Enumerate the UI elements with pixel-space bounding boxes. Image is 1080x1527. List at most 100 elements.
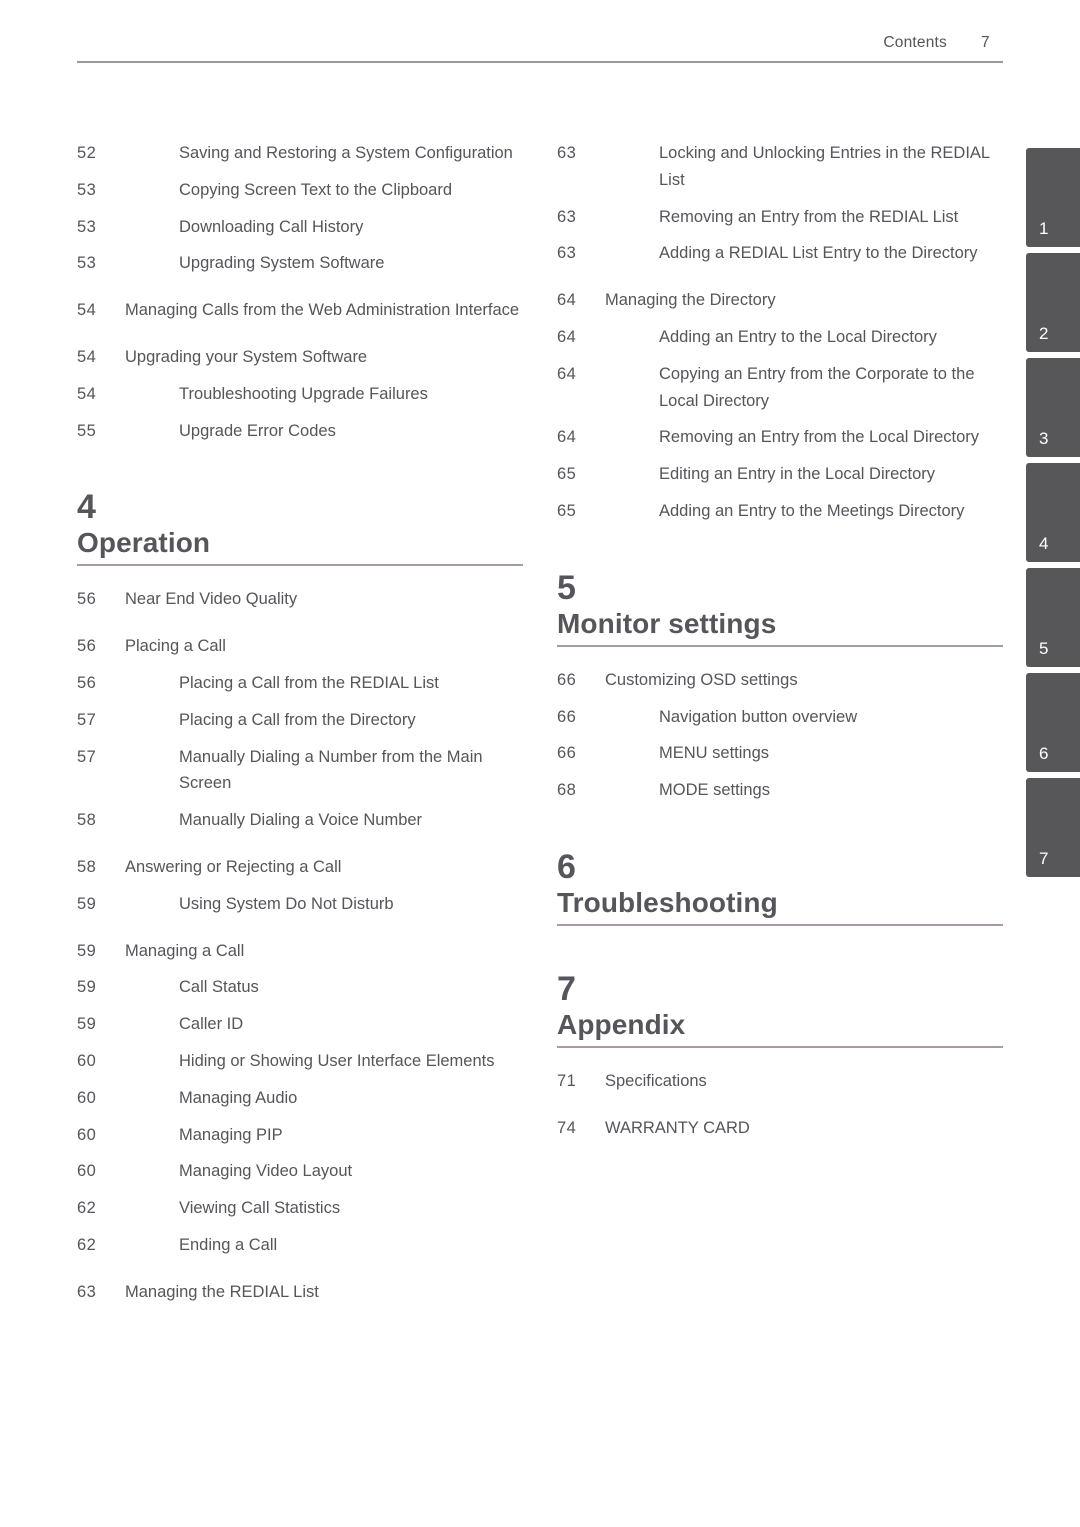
toc-entry[interactable]: 59 Call Status	[77, 974, 527, 1001]
toc-entry-title: Viewing Call Statistics	[179, 1199, 341, 1218]
toc-entry-title: Copying an Entry from the Corporate to t…	[659, 364, 975, 410]
toc-entry-page: 58	[77, 857, 97, 876]
toc-entry-page: 66	[557, 707, 577, 726]
toc-entry-title: Customizing OSD settings	[605, 670, 798, 689]
toc-entry-page: 63	[557, 207, 577, 226]
toc-entry-page: 60	[77, 1051, 97, 1070]
toc-entry[interactable]: 60 Managing PIP	[77, 1122, 527, 1149]
toc-entry[interactable]: 59 Using System Do Not Disturb	[77, 891, 527, 918]
chapter-number: 5	[557, 568, 577, 607]
chapter-tab-number: 2	[1039, 324, 1049, 343]
chapter-tab-number: 7	[1039, 849, 1049, 868]
toc-entry-title: Managing Calls from the Web Administrati…	[125, 301, 520, 320]
toc-entry-page: 74	[557, 1118, 577, 1137]
toc-entry-page: 57	[77, 710, 97, 729]
chapter-tab-1[interactable]: 1	[1026, 148, 1080, 247]
toc-entry[interactable]: 66 MENU settings	[557, 740, 1007, 767]
toc-entry[interactable]: 64 Adding an Entry to the Local Directory	[557, 324, 1007, 351]
toc-entry[interactable]: 59 Managing a Call	[77, 938, 527, 965]
toc-entry-page: 58	[77, 811, 97, 830]
toc-entry[interactable]: 60 Managing Video Layout	[77, 1158, 527, 1185]
toc-entry[interactable]: 54 Upgrading your System Software	[77, 344, 527, 371]
toc-entry[interactable]: 54 Troubleshooting Upgrade Failures	[77, 381, 527, 408]
toc-entry-title: Locking and Unlocking Entries in the RED…	[659, 144, 990, 189]
toc-entry[interactable]: 63 Managing the REDIAL List	[77, 1279, 527, 1306]
toc-entry-title: Managing the REDIAL List	[125, 1282, 319, 1301]
chapter-tab-7[interactable]: 7	[1026, 778, 1080, 877]
chapter-tab-number: 5	[1039, 639, 1049, 658]
toc-column-left: 52 Saving and Restoring a System Configur…	[77, 140, 527, 1306]
page-header: Contents 7	[77, 34, 1003, 64]
toc-entry[interactable]: 53 Copying Screen Text to the Clipboard	[77, 177, 527, 204]
toc-entry[interactable]: 66 Navigation button overview	[557, 704, 1007, 731]
toc-entry-page: 59	[77, 978, 97, 997]
toc-entry-page: 52	[77, 144, 97, 162]
toc-entry-title: Saving and Restoring a System Configurat…	[179, 144, 513, 162]
toc-entry[interactable]: 65 Editing an Entry in the Local Director…	[557, 461, 1007, 488]
toc-entry-page: 63	[557, 144, 577, 162]
toc-entry-page: 54	[77, 384, 97, 403]
toc-entry-title: Navigation button overview	[659, 707, 858, 726]
toc-entry[interactable]: 53 Upgrading System Software	[77, 250, 527, 277]
toc-entry-title: Hiding or Showing User Interface Element…	[179, 1051, 495, 1070]
toc-entry-title: Specifications	[605, 1071, 707, 1090]
toc-entry[interactable]: 65 Adding an Entry to the Meetings Direct…	[557, 498, 1007, 525]
toc-entry-page: 62	[77, 1199, 97, 1218]
toc-entry-page: 60	[77, 1125, 97, 1144]
chapter-tab-6[interactable]: 6	[1026, 673, 1080, 772]
toc-entry[interactable]: 63 Removing an Entry from the REDIAL List	[557, 204, 1007, 231]
toc-entry-title: Ending a Call	[179, 1235, 278, 1254]
toc-entry-page: 59	[77, 894, 97, 913]
toc-entry[interactable]: 60 Hiding or Showing User Interface Eleme…	[77, 1048, 527, 1075]
toc-entry[interactable]: 55 Upgrade Error Codes	[77, 418, 527, 445]
toc-entry-page: 63	[77, 1282, 97, 1301]
toc-entry[interactable]: 54 Managing Calls from the Web Administra…	[77, 297, 527, 324]
toc-column-right: 63 Locking and Unlocking Entries in the R…	[557, 140, 1007, 1142]
toc-entry[interactable]: 56 Placing a Call	[77, 633, 527, 660]
toc-entry[interactable]: 56 Near End Video Quality	[77, 586, 527, 613]
toc-entry-page: 65	[557, 501, 577, 520]
toc-entry[interactable]: 59 Caller ID	[77, 1011, 527, 1038]
toc-entry-page: 66	[557, 670, 577, 689]
chapter-title: Troubleshooting	[557, 886, 778, 918]
toc-entry[interactable]: 64 Removing an Entry from the Local Direc…	[557, 424, 1007, 451]
toc-entry[interactable]: 63 Locking and Unlocking Entries in the R…	[557, 140, 1007, 194]
toc-entry[interactable]: 53 Downloading Call History	[77, 214, 527, 241]
toc-entry-title: Removing an Entry from the Local Directo…	[659, 428, 980, 447]
toc-entry[interactable]: 62 Ending a Call	[77, 1232, 527, 1259]
toc-entry[interactable]: 56 Placing a Call from the REDIAL List	[77, 670, 527, 697]
toc-entry[interactable]: 62 Viewing Call Statistics	[77, 1195, 527, 1222]
toc-entry-title: Upgrading your System Software	[125, 347, 368, 366]
toc-entry-title: Managing PIP	[179, 1125, 283, 1144]
chapter-tab-4[interactable]: 4	[1026, 463, 1080, 562]
toc-entry-page: 64	[557, 327, 577, 346]
toc-entry[interactable]: 66 Customizing OSD settings	[557, 667, 1007, 694]
toc-entry[interactable]: 71 Specifications	[557, 1068, 1007, 1095]
toc-entry-title: Manually Dialing a Number from the Main …	[179, 747, 483, 793]
toc-entry[interactable]: 57 Manually Dialing a Number from the Mai…	[77, 744, 527, 798]
toc-entry-title: Adding a REDIAL List Entry to the Direct…	[659, 244, 978, 263]
toc-entry-title: Adding an Entry to the Local Directory	[659, 327, 937, 346]
toc-entry-page: 60	[77, 1088, 97, 1107]
toc-entry-page: 68	[557, 781, 577, 800]
toc-entry[interactable]: 74 WARRANTY CARD	[557, 1115, 1007, 1142]
toc-entry[interactable]: 68 MODE settings	[557, 777, 1007, 804]
chapter-tab-3[interactable]: 3	[1026, 358, 1080, 457]
toc-entry-title: Copying Screen Text to the Clipboard	[179, 180, 453, 199]
toc-entry-page: 59	[77, 1015, 97, 1034]
toc-entry[interactable]: 60 Managing Audio	[77, 1085, 527, 1112]
toc-entry[interactable]: 64 Managing the Directory	[557, 287, 1007, 314]
toc-entry-page: 60	[77, 1162, 97, 1181]
toc-entry[interactable]: 57 Placing a Call from the Directory	[77, 707, 527, 734]
chapter-divider	[77, 564, 523, 567]
toc-entry[interactable]: 52 Saving and Restoring a System Configur…	[77, 140, 527, 167]
toc-entry[interactable]: 58 Manually Dialing a Voice Number	[77, 807, 527, 834]
toc-entry[interactable]: 58 Answering or Rejecting a Call	[77, 854, 527, 881]
chapter-tab-2[interactable]: 2	[1026, 253, 1080, 352]
chapter-divider	[557, 1045, 1003, 1048]
toc-entry-title: Managing Video Layout	[179, 1162, 353, 1181]
toc-entry[interactable]: 64 Copying an Entry from the Corporate to…	[557, 361, 1007, 415]
chapter-heading: 6 Troubleshooting	[557, 848, 1003, 926]
toc-entry[interactable]: 63 Adding a REDIAL List Entry to the Dire…	[557, 240, 1007, 267]
chapter-tab-5[interactable]: 5	[1026, 568, 1080, 667]
